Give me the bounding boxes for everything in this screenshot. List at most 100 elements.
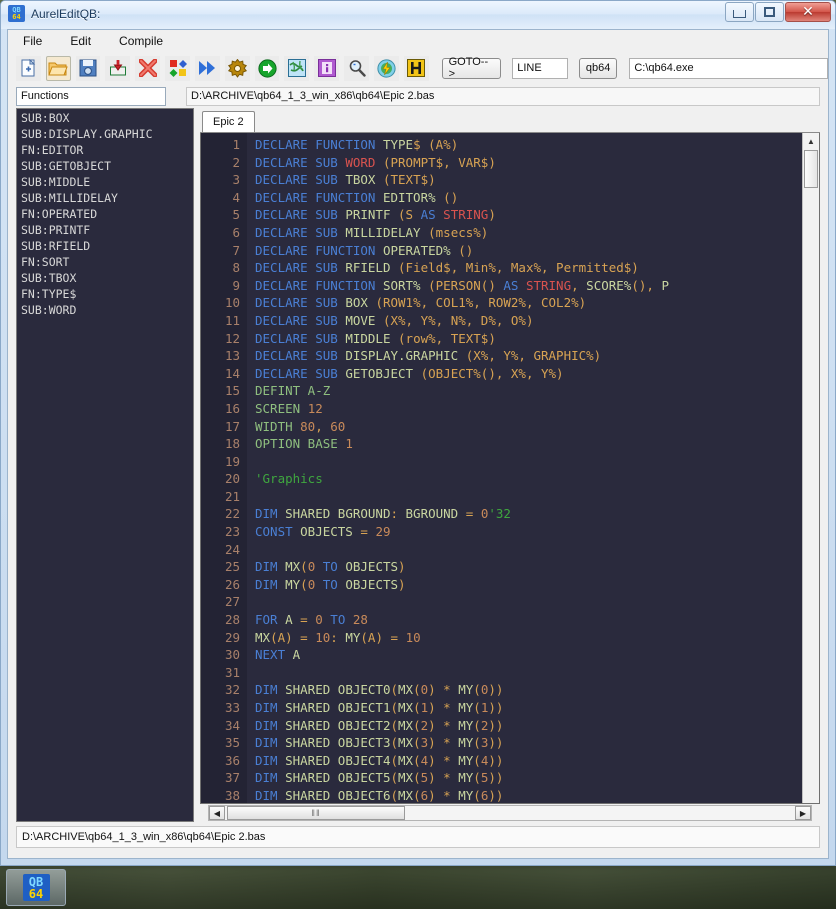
- menu-compile[interactable]: Compile: [116, 32, 166, 50]
- functions-label-input[interactable]: Functions: [16, 86, 166, 106]
- code-line[interactable]: DECLARE SUB RFIELD (Field$, Min%, Max%, …: [255, 259, 802, 277]
- list-item[interactable]: SUB:TBOX: [17, 270, 193, 286]
- code-line[interactable]: DIM SHARED OBJECT1(MX(1) * MY(1)): [255, 699, 802, 717]
- code-token: )): [488, 682, 504, 698]
- minimize-button[interactable]: [725, 2, 754, 22]
- code-line[interactable]: DECLARE SUB BOX (ROW1%, COL1%, ROW2%, CO…: [255, 294, 802, 312]
- list-item[interactable]: FN:TYPE$: [17, 286, 193, 302]
- code-token: MY: [458, 735, 474, 751]
- title-bar[interactable]: QB 64 AurelEditQB: ✕: [1, 1, 835, 29]
- code-line[interactable]: DEFINT A-Z: [255, 382, 802, 400]
- code-line[interactable]: CONST OBJECTS = 29: [255, 523, 802, 541]
- list-item[interactable]: SUB:DISPLAY.GRAPHIC: [17, 126, 193, 142]
- code-line[interactable]: DECLARE FUNCTION EDITOR% (): [255, 189, 802, 207]
- qb64-task-button[interactable]: QB 64: [6, 869, 66, 906]
- code-editor[interactable]: 1 2 3 4 5 6 7 8 9 10 11 12 13 14 15 16 17 18 19 20 21 22 23 24 2…: [200, 133, 820, 804]
- list-item[interactable]: FN:OPERATED: [17, 206, 193, 222]
- help-h-icon[interactable]: [403, 55, 429, 81]
- code-line[interactable]: DECLARE SUB GETOBJECT (OBJECT%(), X%, Y%…: [255, 365, 802, 383]
- code-token: DECLARE: [255, 365, 316, 381]
- new-file-icon[interactable]: [16, 55, 41, 81]
- code-line[interactable]: DIM SHARED OBJECT4(MX(4) * MY(4)): [255, 752, 802, 770]
- code-line[interactable]: DIM MY(0 TO OBJECTS): [255, 576, 802, 594]
- list-item[interactable]: FN:SORT: [17, 254, 193, 270]
- code-token: MY: [458, 682, 474, 698]
- code-line[interactable]: OPTION BASE 1: [255, 435, 802, 453]
- code-token: )): [488, 770, 504, 786]
- menu-edit[interactable]: Edit: [67, 32, 94, 50]
- code-line[interactable]: DECLARE FUNCTION TYPE$ (A%): [255, 136, 802, 154]
- qb64-button[interactable]: qb64: [578, 57, 618, 79]
- import-download-icon[interactable]: [105, 55, 131, 81]
- code-line[interactable]: [255, 664, 802, 682]
- settings-gear-icon[interactable]: [224, 55, 250, 81]
- scroll-up-icon[interactable]: ▲: [803, 133, 820, 149]
- scroll-left-icon[interactable]: ◀: [209, 806, 225, 820]
- line-number: 10: [224, 295, 240, 311]
- list-item[interactable]: SUB:WORD: [17, 302, 193, 318]
- code-line[interactable]: DIM SHARED BGROUND: BGROUND = 0'32: [255, 505, 802, 523]
- vertical-scroll-thumb[interactable]: [804, 150, 818, 188]
- code-token: =: [360, 524, 376, 540]
- close-delete-icon[interactable]: [135, 55, 161, 81]
- save-disk-icon[interactable]: [75, 55, 101, 81]
- code-line[interactable]: DECLARE SUB MIDDLE (row%, TEXT$): [255, 330, 802, 348]
- code-token: (PROMPT$, VAR$): [382, 154, 496, 170]
- code-line[interactable]: DIM SHARED OBJECT5(MX(5) * MY(5)): [255, 769, 802, 787]
- code-line[interactable]: SCREEN 12: [255, 400, 802, 418]
- code-token: DIM: [255, 770, 286, 786]
- functions-list[interactable]: SUB:BOX SUB:DISPLAY.GRAPHIC FN:EDITOR SU…: [16, 108, 194, 822]
- code-line[interactable]: DIM MX(0 TO OBJECTS): [255, 558, 802, 576]
- lightning-bolt-icon[interactable]: [373, 55, 399, 81]
- code-scroll-area[interactable]: 1 2 3 4 5 6 7 8 9 10 11 12 13 14 15 16 17 18 19 20 21 22 23 24 2…: [201, 133, 802, 803]
- search-magnifier-icon[interactable]: [344, 55, 369, 81]
- scroll-right-icon[interactable]: ▶: [795, 806, 811, 820]
- code-line[interactable]: DECLARE SUB DISPLAY.GRAPHIC (X%, Y%, GRA…: [255, 347, 802, 365]
- code-line[interactable]: DECLARE FUNCTION OPERATED% (): [255, 242, 802, 260]
- horizontal-scrollbar[interactable]: ◀ ‖‖ ▶: [208, 805, 812, 821]
- code-line[interactable]: DIM SHARED OBJECT6(MX(6) * MY(6)): [255, 787, 802, 803]
- colors-palette-icon[interactable]: [165, 55, 190, 81]
- list-item[interactable]: SUB:GETOBJECT: [17, 158, 193, 174]
- code-line[interactable]: DECLARE FUNCTION SORT% (PERSON() AS STRI…: [255, 277, 802, 295]
- close-button[interactable]: ✕: [785, 2, 831, 22]
- maximize-button[interactable]: [755, 2, 784, 22]
- code-line[interactable]: [255, 541, 802, 559]
- code-token: GETOBJECT: [345, 365, 421, 381]
- code-line[interactable]: MX(A) = 10: MY(A) = 10: [255, 629, 802, 647]
- list-item[interactable]: SUB:RFIELD: [17, 238, 193, 254]
- code-line[interactable]: DECLARE SUB WORD (PROMPT$, VAR$): [255, 154, 802, 172]
- list-item[interactable]: SUB:BOX: [17, 110, 193, 126]
- info-icon[interactable]: [314, 55, 340, 81]
- code-line[interactable]: 'Graphics: [255, 470, 802, 488]
- globe-web-icon[interactable]: [284, 55, 310, 81]
- run-arrow-icon[interactable]: [254, 55, 280, 81]
- code-line[interactable]: DIM SHARED OBJECT3(MX(3) * MY(3)): [255, 734, 802, 752]
- line-field[interactable]: LINE: [512, 57, 568, 79]
- code-line[interactable]: DIM SHARED OBJECT0(MX(0) * MY(0)): [255, 681, 802, 699]
- code-line[interactable]: DIM SHARED OBJECT2(MX(2) * MY(2)): [255, 717, 802, 735]
- code-line[interactable]: DECLARE SUB MOVE (X%, Y%, N%, D%, O%): [255, 312, 802, 330]
- code-line[interactable]: DECLARE SUB TBOX (TEXT$): [255, 171, 802, 189]
- list-item[interactable]: FN:EDITOR: [17, 142, 193, 158]
- exe-path-field[interactable]: C:\qb64.exe: [629, 57, 828, 79]
- code-line[interactable]: WIDTH 80, 60: [255, 418, 802, 436]
- list-item[interactable]: SUB:PRINTF: [17, 222, 193, 238]
- goto-button[interactable]: GOTO-->: [441, 56, 502, 80]
- vertical-scrollbar[interactable]: ▲: [802, 133, 819, 803]
- menu-file[interactable]: File: [20, 32, 45, 50]
- code-line[interactable]: DECLARE SUB MILLIDELAY (msecs%): [255, 224, 802, 242]
- list-item[interactable]: SUB:MILLIDELAY: [17, 190, 193, 206]
- fast-forward-icon[interactable]: [194, 55, 220, 81]
- code-line[interactable]: [255, 453, 802, 471]
- tab-epic2[interactable]: Epic 2: [202, 111, 255, 132]
- code-line[interactable]: NEXT A: [255, 646, 802, 664]
- list-item[interactable]: SUB:MIDDLE: [17, 174, 193, 190]
- open-folder-icon[interactable]: [45, 55, 71, 81]
- code-line[interactable]: FOR A = 0 TO 28: [255, 611, 802, 629]
- code-lines[interactable]: DECLARE FUNCTION TYPE$ (A%) DECLARE SUB W…: [247, 133, 802, 803]
- code-line[interactable]: [255, 488, 802, 506]
- code-line[interactable]: [255, 593, 802, 611]
- code-line[interactable]: DECLARE SUB PRINTF (S AS STRING): [255, 206, 802, 224]
- horizontal-scroll-thumb[interactable]: ‖‖: [227, 806, 405, 820]
